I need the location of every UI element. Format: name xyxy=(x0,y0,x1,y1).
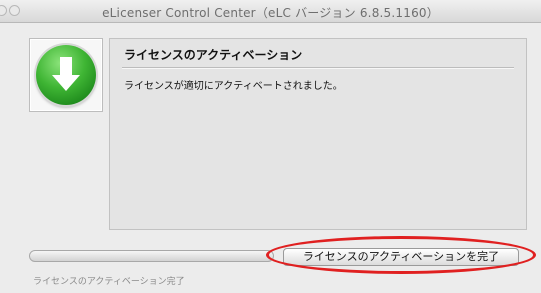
progress-bar xyxy=(29,250,274,262)
activation-message: ライセンスが適切にアクティベートされました。 xyxy=(124,81,343,92)
activation-icon-frame xyxy=(29,38,103,112)
title-bar: eLicenser Control Center（eLC バージョン 6.8.5… xyxy=(0,0,541,23)
window-title: eLicenser Control Center（eLC バージョン 6.8.5… xyxy=(102,6,439,20)
panel-heading: ライセンスのアクティベーション xyxy=(124,48,303,62)
heading-divider xyxy=(122,67,514,68)
download-arrow-icon xyxy=(36,45,96,105)
content-panel: ライセンスのアクティベーション ライセンスが適切にアクティベートされました。 xyxy=(109,38,527,230)
download-arrow-glyph xyxy=(52,57,80,91)
status-text: ライセンスのアクティベーション完了 xyxy=(33,277,185,287)
finish-activation-button[interactable]: ライセンスのアクティベーションを完了 xyxy=(283,248,519,266)
